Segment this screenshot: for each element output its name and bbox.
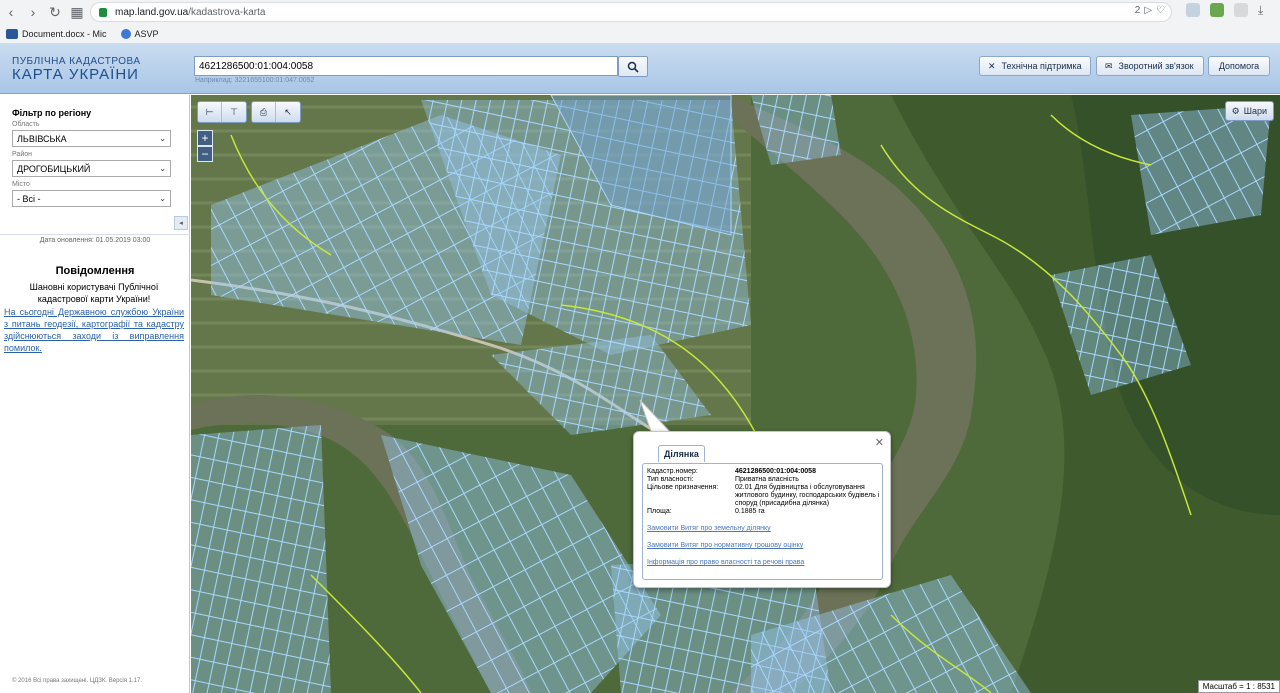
layers-button[interactable]: ⚙ Шари	[1224, 101, 1274, 121]
support-label: Технічна підтримка	[1001, 61, 1082, 71]
collapse-sidebar-button[interactable]: ◂	[174, 216, 188, 230]
extension-icon[interactable]	[1186, 3, 1200, 17]
notice-body: Шановні користувачі Публічної кадастрово…	[29, 282, 159, 304]
notice-title: Повідомлення	[55, 265, 135, 277]
cadastre-number-value: 4621286500:01:004:0058	[735, 468, 816, 475]
map-view[interactable]: ⊢ ⊤ ⎙ ↖ + − ⚙ Шари Масштаб = 1 : 8531	[191, 95, 1280, 693]
download-icon[interactable]: ⤓	[1258, 3, 1272, 17]
scale-indicator: Масштаб = 1 : 8531	[1197, 680, 1280, 693]
region-select[interactable]: ЛЬВІВСЬКА ⌄	[12, 130, 171, 147]
app-header: ПУБЛІЧНА КАДАСТРОВА КАРТА УКРАЇНИ Наприк…	[0, 44, 1280, 94]
extension-count: 2	[1134, 5, 1141, 16]
extension-icon[interactable]	[1210, 3, 1224, 17]
map-toolbar: ⊢ ⊤ ⎙ ↖	[197, 101, 301, 123]
feedback-label: Зворотний зв'язок	[1118, 61, 1194, 71]
purpose-value: 02.01 Для будівництва і обслуговування ж…	[735, 484, 880, 507]
back-icon[interactable]: ‹	[0, 1, 22, 23]
measure-distance-icon[interactable]: ⊢	[198, 102, 222, 122]
search-icon	[627, 61, 639, 73]
layers-label: Шари	[1243, 106, 1267, 116]
mail-icon: ✉	[1105, 60, 1113, 71]
bookmarks-bar: Document.docx - Mic ASVP	[0, 24, 1280, 44]
gear-icon: ⚙	[1231, 105, 1240, 116]
search-hint: Наприклад: 3221655100:01:047:0052	[195, 77, 315, 84]
region-value: ЛЬВІВСЬКА	[17, 133, 67, 144]
filter-title: Фільтр по регіону	[12, 108, 92, 118]
zoom-control: + −	[197, 130, 213, 162]
help-button[interactable]: Допомога	[1208, 56, 1270, 76]
satellite-map[interactable]	[191, 95, 1280, 693]
ownership-type-value: Приватна власність	[735, 476, 799, 483]
district-value: ДРОГОБИЦЬКИЙ	[17, 163, 91, 174]
search-button[interactable]	[618, 56, 648, 77]
sidebar: Фільтр по регіону Область ЛЬВІВСЬКА ⌄ Ра…	[0, 95, 190, 693]
zoom-out-button[interactable]: −	[197, 146, 213, 162]
cadastre-search-input[interactable]	[194, 56, 618, 76]
city-value: - Всі -	[17, 193, 41, 204]
order-land-extract-link[interactable]: Замовити Витяг про земельну ділянку	[647, 525, 771, 532]
region-label: Область	[12, 121, 40, 128]
ownership-info-link[interactable]: Інформація про право власності та речові…	[647, 559, 804, 566]
district-label: Район	[12, 151, 32, 158]
zoom-in-button[interactable]: +	[197, 130, 213, 146]
url-host: map.land.gov.ua	[115, 6, 189, 18]
area-label: Площа:	[647, 508, 672, 515]
city-select[interactable]: - Всі - ⌄	[12, 190, 171, 207]
browser-toolbar: ‹ › ↻ ▦ map.land.gov.ua/kadastrova-karta…	[0, 0, 1280, 24]
help-label: Допомога	[1218, 61, 1260, 71]
district-select[interactable]: ДРОГОБИЦЬКИЙ ⌄	[12, 160, 171, 177]
measure-tools: ⊢ ⊤	[197, 101, 247, 123]
identify-icon[interactable]: ↖	[276, 102, 300, 122]
apps-icon[interactable]: ▦	[66, 1, 88, 23]
chevron-down-icon: ⌄	[159, 164, 166, 173]
forward-icon[interactable]: ›	[22, 1, 44, 23]
bookmark-asvp[interactable]: ASVP	[120, 28, 159, 39]
logo[interactable]: ПУБЛІЧНА КАДАСТРОВА КАРТА УКРАЇНИ	[12, 56, 141, 82]
share-icon[interactable]: ▷	[1144, 5, 1152, 16]
cadastre-number-label: Кадастр.номер:	[647, 468, 698, 475]
bookmark-label: ASVP	[134, 28, 159, 39]
close-icon[interactable]: ✕	[875, 436, 884, 449]
bookmark-document[interactable]: Document.docx - Mic	[6, 28, 107, 39]
favorite-icon[interactable]: ♡	[1156, 5, 1165, 16]
print-icon[interactable]: ⎙	[252, 102, 276, 122]
order-valuation-extract-link[interactable]: Замовити Витяг про нормативну грошову оц…	[647, 542, 803, 549]
parcel-popup: ✕ Ділянка Кадастр.номер: 4621286500:01:0…	[633, 431, 891, 588]
logo-line2: КАРТА УКРАЇНИ	[12, 66, 139, 83]
purpose-label: Цільове призначення:	[647, 484, 719, 491]
tab-parcel[interactable]: Ділянка	[658, 445, 705, 462]
support-button[interactable]: ✕ Технічна підтримка	[979, 56, 1091, 76]
bookmark-label: Document.docx - Mic	[22, 28, 107, 39]
url-path: /kadastrova-karta	[188, 6, 266, 18]
address-bar[interactable]: map.land.gov.ua/kadastrova-karta 2 ▷ ♡	[90, 2, 1172, 22]
cloud-icon	[6, 28, 18, 39]
reload-icon[interactable]: ↻	[44, 1, 66, 23]
print-tools: ⎙ ↖	[251, 101, 301, 123]
feedback-button[interactable]: ✉ Зворотний зв'язок	[1096, 56, 1204, 76]
extension-icon[interactable]	[1234, 3, 1248, 17]
chevron-down-icon: ⌄	[159, 134, 166, 143]
parcel-info-panel: Кадастр.номер: 4621286500:01:004:0058 Ти…	[642, 463, 883, 580]
update-date: Дата оновлення: 01.05.2019 03:00	[0, 234, 190, 244]
footer-copyright: © 2016 Всі права захищені. ЦДЗК. Версія …	[12, 678, 143, 684]
notice-link[interactable]: На сьогодні Державною службою України з …	[4, 306, 184, 354]
globe-icon	[120, 28, 131, 39]
measure-area-icon[interactable]: ⊤	[222, 102, 246, 122]
ownership-type-label: Тип власності:	[647, 476, 694, 483]
tools-icon: ✕	[988, 60, 996, 71]
chevron-down-icon: ⌄	[159, 194, 166, 203]
city-label: Місто	[12, 181, 30, 188]
area-value: 0.1885 га	[735, 508, 765, 515]
lock-icon	[99, 7, 107, 17]
